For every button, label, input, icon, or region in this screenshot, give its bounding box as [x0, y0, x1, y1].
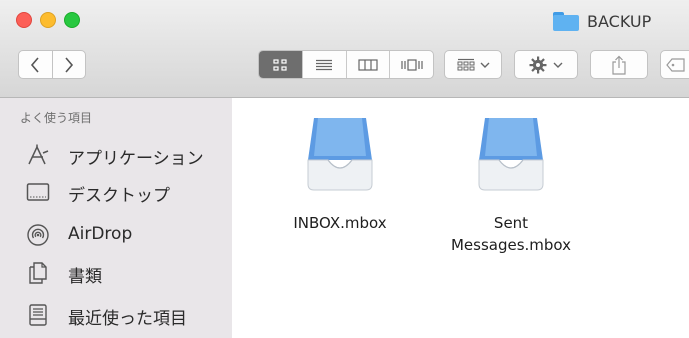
- desktop-icon: [26, 183, 50, 201]
- sidebar-item-label: 最近使った項目: [68, 309, 187, 329]
- finder-window: BACKUP よく使う項目 アプリケーション デスクトップ AirDrop 書類…: [0, 0, 689, 338]
- mailbox-tray-icon: [478, 118, 544, 191]
- documents-icon: [29, 262, 47, 284]
- share-button[interactable]: [590, 50, 648, 79]
- minimize-window-button[interactable]: [40, 12, 56, 28]
- gear-icon: [529, 56, 547, 73]
- maximize-window-button[interactable]: [64, 12, 80, 28]
- list-view-icon: [316, 59, 333, 70]
- grid-arrange-icon: [457, 58, 474, 70]
- back-button[interactable]: [19, 51, 52, 78]
- mailbox-tray-icon: [307, 118, 373, 191]
- action-menu-button[interactable]: [514, 50, 578, 79]
- tags-button[interactable]: [660, 50, 689, 79]
- toolbar: BACKUP: [0, 0, 689, 98]
- arrange-button[interactable]: [444, 50, 502, 79]
- sidebar-item-recents[interactable]: 最近使った項目: [0, 298, 232, 332]
- icon-view-button[interactable]: [259, 51, 302, 78]
- applications-icon: [28, 144, 49, 165]
- sidebar-item-desktop[interactable]: デスクトップ: [0, 175, 232, 209]
- view-mode-selector: [258, 50, 434, 79]
- tag-icon: [666, 57, 685, 72]
- sidebar-item-label: 書類: [68, 267, 102, 287]
- airdrop-icon: [27, 224, 49, 246]
- sidebar-item-documents[interactable]: 書類: [0, 256, 232, 290]
- forward-button[interactable]: [51, 51, 86, 78]
- file-browser: INBOX.mbox Sent Messages.mbox: [232, 98, 689, 338]
- close-window-button[interactable]: [16, 12, 32, 28]
- sidebar-item-label: デスクトップ: [68, 186, 170, 206]
- chevron-down-icon: [553, 62, 563, 68]
- folder-icon: [553, 11, 579, 31]
- navigation-buttons: [18, 50, 86, 79]
- sidebar-heading-favorites: よく使う項目: [20, 111, 93, 125]
- sidebar: よく使う項目 アプリケーション デスクトップ AirDrop 書類 最近使った項…: [0, 98, 232, 338]
- sidebar-item-applications[interactable]: アプリケーション: [0, 138, 232, 172]
- column-view-icon: [358, 58, 378, 71]
- column-view-button[interactable]: [345, 51, 390, 78]
- sidebar-item-airdrop[interactable]: AirDrop: [0, 218, 232, 252]
- window-title: BACKUP: [553, 10, 651, 32]
- file-name: Sent Messages.mbox: [450, 214, 572, 254]
- file-name: INBOX.mbox: [293, 214, 387, 232]
- coverflow-view-icon: [401, 58, 423, 71]
- window-title-text: BACKUP: [587, 11, 652, 31]
- share-icon: [612, 55, 626, 75]
- recents-icon: [29, 304, 47, 326]
- coverflow-view-button[interactable]: [389, 51, 433, 78]
- chevron-right-icon: [65, 56, 73, 73]
- chevron-left-icon: [31, 56, 39, 73]
- sidebar-item-label: AirDrop: [68, 224, 133, 244]
- sidebar-item-label: アプリケーション: [68, 149, 204, 169]
- chevron-down-icon: [480, 62, 489, 68]
- icon-view-icon: [273, 58, 287, 71]
- list-view-button[interactable]: [301, 51, 346, 78]
